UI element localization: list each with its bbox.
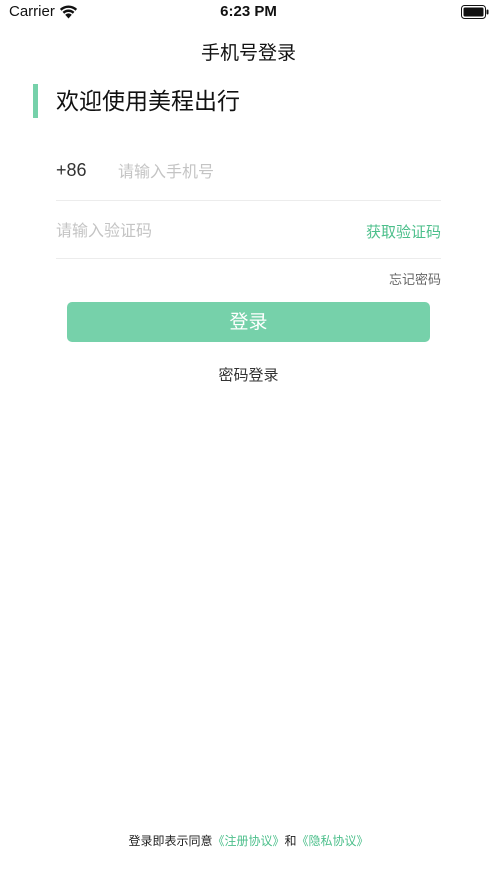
verification-code-input[interactable] (56, 218, 336, 242)
phone-row: +86 (56, 144, 441, 201)
password-login-link[interactable]: 密码登录 (0, 364, 497, 385)
privacy-link[interactable]: 《隐私协议》 (297, 834, 369, 848)
get-code-button[interactable]: 获取验证码 (366, 221, 441, 242)
agreement-prefix: 登录即表示同意 (128, 834, 213, 848)
terms-link[interactable]: 《注册协议》 (212, 834, 284, 848)
agreement-conjunction: 和 (284, 834, 297, 848)
status-bar: Carrier 6:23 PM (0, 0, 497, 26)
country-code[interactable]: +86 (56, 160, 87, 181)
page-title: 手机号登录 (200, 42, 296, 64)
agreement-text: 登录即表示同意《注册协议》和《隐私协议》 (0, 832, 497, 849)
forgot-password-link[interactable]: 忘记密码 (389, 269, 441, 288)
code-row: 获取验证码 (56, 202, 441, 259)
welcome-heading: 欢迎使用美程出行 (56, 89, 240, 115)
login-button[interactable]: 登录 (67, 302, 430, 342)
status-time: 6:23 PM (220, 3, 277, 20)
welcome-accent-bar (33, 84, 38, 118)
phone-input[interactable] (118, 159, 418, 183)
battery-icon (461, 5, 489, 19)
